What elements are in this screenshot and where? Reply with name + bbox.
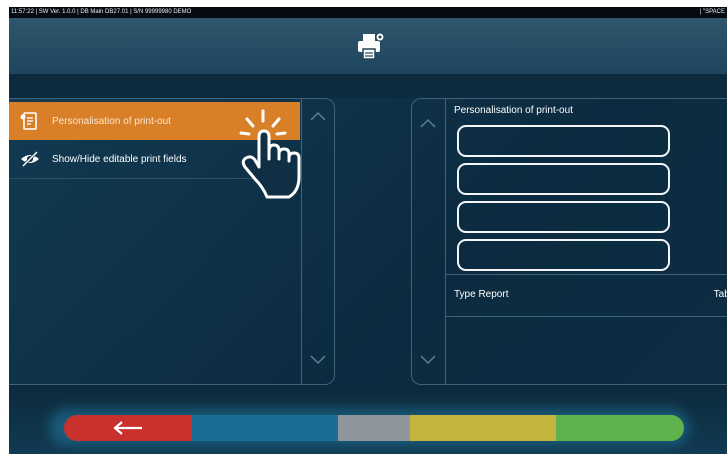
printout-field-1[interactable]: [457, 125, 670, 157]
settings-scrollbar[interactable]: [412, 99, 446, 384]
app-screen: 11:57:22 | SW Ver. 1.0.0 | DB Main DB27.…: [9, 7, 727, 454]
eye-slash-icon: [21, 150, 39, 168]
yellow-function-button[interactable]: [410, 415, 556, 441]
menu-item-label: Personalisation of print-out: [52, 115, 171, 127]
function-button-bar: [64, 415, 684, 441]
type-report-label: Type Report: [454, 289, 509, 300]
printout-field-3[interactable]: [457, 201, 670, 233]
blue-function-button[interactable]: [192, 415, 338, 441]
chevron-up-icon[interactable]: [310, 111, 326, 121]
main-area: Personalisation of print-out Show/Hide e…: [9, 98, 727, 385]
status-info: 11:57:22 | SW Ver. 1.0.0 | DB Main DB27.…: [11, 9, 192, 15]
menu-item-label: Show/Hide editable print fields: [52, 153, 187, 165]
type-report-value: Tabl: [713, 289, 727, 300]
bottom-toolbar: [9, 385, 727, 454]
header-bar: [9, 18, 727, 74]
menu-scrollbar[interactable]: [301, 99, 334, 384]
printer-settings-icon: [358, 32, 385, 60]
panel-title: Personalisation of print-out: [454, 105, 573, 116]
back-button[interactable]: [64, 415, 192, 441]
chevron-down-icon[interactable]: [310, 355, 326, 365]
status-bar: 11:57:22 | SW Ver. 1.0.0 | DB Main DB27.…: [9, 7, 727, 18]
green-function-button[interactable]: [556, 415, 684, 441]
chevron-up-icon[interactable]: [420, 118, 436, 128]
grey-function-button[interactable]: [338, 415, 410, 441]
pointing-hand-icon: [239, 109, 301, 199]
print-settings-panel: Personalisation of print-out Type Report…: [411, 98, 727, 385]
chevron-down-icon[interactable]: [420, 355, 436, 365]
type-report-row[interactable]: Type Report Tabl: [445, 274, 727, 317]
status-right: | "SPACE: [699, 9, 725, 15]
top-band: [9, 74, 727, 98]
printout-field-4[interactable]: [457, 239, 670, 271]
printout-field-2[interactable]: [457, 163, 670, 195]
menu-panel: Personalisation of print-out Show/Hide e…: [9, 98, 335, 385]
arrow-left-icon: [113, 421, 142, 435]
document-settings-icon: [20, 112, 37, 130]
